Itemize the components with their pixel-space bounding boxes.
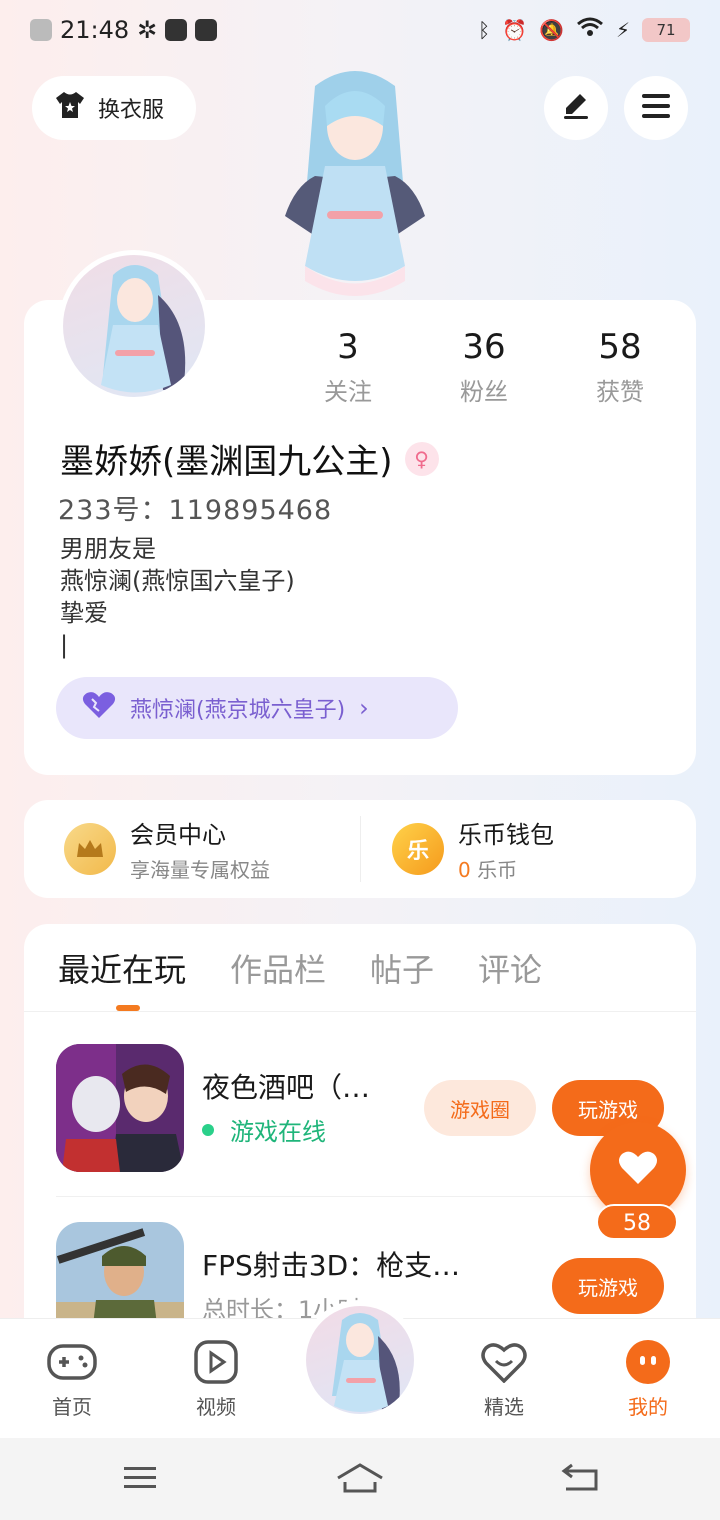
likes-received-label: 获赞 [596,378,644,406]
female-icon: ♀ [404,441,439,476]
nav-home[interactable]: 首页 [22,1339,122,1420]
followers-label: 粉丝 [460,378,508,406]
change-outfit-label: 换衣服 [98,98,165,123]
change-outfit-button[interactable]: 换衣服 [32,76,196,140]
chevron-right-icon: › [359,694,369,722]
play-game-button[interactable]: 玩游戏 [552,1258,664,1314]
character-avatar-figure[interactable] [255,66,455,306]
row-divider [56,1196,676,1197]
nav-mine[interactable]: 我的 [598,1339,698,1420]
following-stat[interactable]: 3 关注 [280,326,416,407]
game-circle-button[interactable]: 游戏圈 [424,1080,536,1136]
menu-icon [640,92,672,124]
mute-icon: 🔕 [539,17,564,42]
user-id-value: 119895468 [168,495,333,526]
fan-icon: ✲ [137,16,158,44]
shirt-icon [54,90,86,126]
recent-apps-button[interactable] [110,1460,170,1500]
video-play-icon [166,1339,266,1385]
bluetooth-icon: ᛒ [478,17,491,42]
heart-icon [618,1150,658,1190]
charging-icon: ⚡ [615,17,630,42]
tab-posts[interactable]: 帖子 [370,945,434,991]
app-icon [195,19,218,41]
likes-received-count: 58 [598,327,642,367]
gamepad-icon [22,1339,122,1385]
back-icon [560,1463,600,1497]
nav-video[interactable]: 视频 [166,1339,266,1420]
system-navigation-bar [0,1438,720,1520]
center-avatar-button[interactable] [300,1300,420,1420]
wallet-card: 会员中心 享海量专属权益 乐 乐币钱包 0 乐币 [24,800,696,898]
tab-comments[interactable]: 评论 [478,945,542,991]
bio-line: 男朋友是 [60,535,156,563]
bio: 男朋友是 燕惊澜(燕惊国六皇子) 挚爱 | [60,533,295,661]
avatar[interactable] [58,250,210,402]
couple-tag[interactable]: 燕惊澜(燕京城六皇子) › [56,677,458,739]
coin-wallet-title: 乐币钱包 [458,821,554,849]
activity-card: 最近在玩 作品栏 帖子 评论 夜色酒吧（… 游戏在线 游戏圈 玩游戏 FPS射击… [24,924,696,1344]
game-status-text: 游戏在线 [230,1118,326,1146]
profile-face-icon [598,1339,698,1385]
following-count: 3 [337,327,359,367]
profile-stats: 3 关注 36 粉丝 58 获赞 [280,326,690,407]
menu-button[interactable] [624,76,688,140]
back-button[interactable] [550,1460,610,1500]
bio-line: | [60,631,69,659]
nickname-text: 墨娇娇(墨渊国九公主) [60,442,393,482]
user-id[interactable]: 233号：119895468 [58,488,332,527]
notification-icon [30,19,52,41]
user-id-label: 233号： [58,495,169,526]
heart-outline-icon [454,1339,554,1385]
crown-icon [64,823,116,875]
online-dot-icon [202,1123,214,1136]
game-online-status: 游戏在线 [202,1112,326,1147]
nav-home-label: 首页 [52,1395,92,1419]
pen-icon [560,90,592,126]
alarm-icon: ⏰ [502,17,528,42]
member-center-entry[interactable]: 会员中心 享海量专属权益 [24,800,360,898]
recent-apps-icon [122,1465,158,1495]
following-label: 关注 [324,378,372,406]
game-icon [56,1044,184,1172]
edit-button[interactable] [544,76,608,140]
coin-icon: 乐 [392,823,444,875]
home-button[interactable] [330,1460,390,1500]
nickname: 墨娇娇(墨渊国九公主) ♀ [60,434,439,483]
app-icon [165,19,188,41]
coin-count: 0 [458,858,471,882]
likes-stat[interactable]: 58 获赞 [552,326,688,407]
game-title: 夜色酒吧（… [202,1071,371,1104]
coin-balance: 0 乐币 [458,854,554,883]
like-count: 58 [596,1204,678,1240]
member-center-title: 会员中心 [130,821,226,849]
tab-recent-played[interactable]: 最近在玩 [58,945,186,1011]
nav-mine-label: 我的 [628,1395,668,1419]
nav-featured-label: 精选 [484,1395,524,1419]
nav-video-label: 视频 [196,1395,236,1419]
heart-icon [82,691,116,725]
game-list-item[interactable]: 夜色酒吧（… 游戏在线 游戏圈 玩游戏 [56,1044,676,1174]
nav-featured[interactable]: 精选 [454,1339,554,1420]
profile-tabs: 最近在玩 作品栏 帖子 评论 [24,924,696,1012]
status-time: 21:48 [60,16,130,44]
status-bar: 21:48 ✲ ᛒ ⏰ 🔕 ⚡ 71 [0,0,720,64]
couple-name: 燕惊澜(燕京城六皇子) [130,698,346,723]
coin-wallet-entry[interactable]: 乐 乐币钱包 0 乐币 [360,800,696,898]
bio-line: 燕惊澜(燕惊国六皇子) [60,567,295,595]
wifi-icon [576,16,604,43]
coin-unit: 乐币 [477,858,518,882]
tab-works[interactable]: 作品栏 [230,945,326,991]
bio-line: 挚爱 [60,599,108,627]
followers-count: 36 [462,327,506,367]
followers-stat[interactable]: 36 粉丝 [416,326,552,407]
home-icon [335,1462,385,1498]
battery-icon: 71 [642,17,690,42]
member-center-subtitle: 享海量专属权益 [130,858,270,882]
game-title: FPS射击3D：枪支… [202,1249,461,1282]
